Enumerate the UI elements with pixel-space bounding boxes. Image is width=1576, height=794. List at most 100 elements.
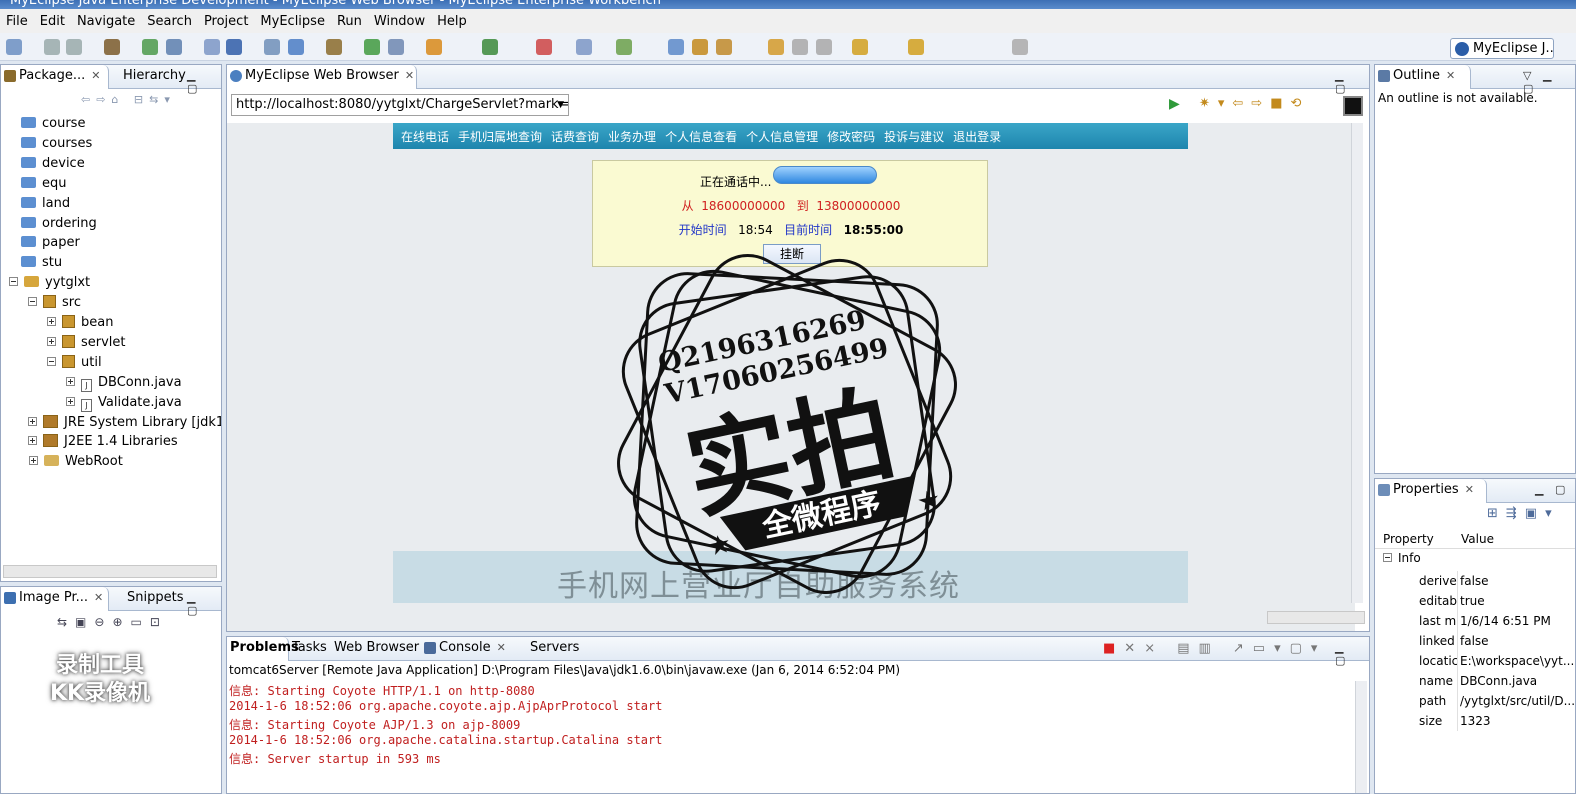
menu-run[interactable]: Run	[331, 14, 368, 29]
console-scrollbar[interactable]	[1355, 681, 1367, 793]
stop-icon[interactable]	[1343, 96, 1363, 116]
property-row[interactable]: path/yytglxt/src/util/D...	[1375, 691, 1575, 711]
site-nav-link[interactable]: 业务办理	[608, 128, 656, 145]
toolbar-button-icon[interactable]	[204, 39, 220, 55]
toolbar-button-icon[interactable]	[852, 39, 868, 55]
expand-icon[interactable]	[66, 376, 75, 386]
property-row[interactable]: last m 1/6/14 6:51 PM	[1375, 611, 1575, 631]
close-icon[interactable]: ✕	[94, 591, 103, 604]
toolbar-button-icon[interactable]	[1012, 39, 1028, 55]
toolbar-button-icon[interactable]	[668, 39, 684, 55]
tab-outline[interactable]: Outline ✕	[1375, 65, 1471, 89]
tab-properties[interactable]: Properties ✕	[1375, 479, 1487, 503]
menu-project[interactable]: Project	[198, 14, 254, 29]
tree-item[interactable]: servlet	[47, 334, 126, 352]
menu-file[interactable]: File	[0, 14, 34, 29]
minimize-maximize-icons[interactable]: ▁ ▢	[187, 591, 221, 617]
tree-item[interactable]: bean	[47, 314, 113, 332]
site-nav-link[interactable]: 修改密码	[827, 128, 875, 145]
menu-search[interactable]: Search	[141, 14, 198, 29]
go-icon[interactable]: ▶	[1169, 96, 1180, 112]
collapse-icon[interactable]	[9, 277, 18, 287]
tab-image-preview[interactable]: Image Pr... ✕	[1, 587, 109, 611]
browser-horizontal-scrollbar[interactable]	[1267, 611, 1365, 624]
toolbar-button-icon[interactable]	[226, 39, 242, 55]
expand-icon[interactable]	[29, 456, 38, 466]
properties-group-info[interactable]: Info	[1383, 551, 1421, 565]
close-icon[interactable]: ✕	[1446, 69, 1455, 82]
toolbar-button-icon[interactable]	[692, 39, 708, 55]
site-nav-link[interactable]: 在线电话	[401, 128, 449, 145]
toolbar-button-icon[interactable]	[104, 39, 120, 55]
tree-item[interactable]: WebRoot	[29, 453, 123, 471]
menu-window[interactable]: Window	[368, 14, 431, 29]
toolbar-button-icon[interactable]	[908, 39, 924, 55]
toolbar-button-icon[interactable]	[536, 39, 552, 55]
property-row[interactable]: editab true	[1375, 591, 1575, 611]
minimize-maximize-icons[interactable]: ▁ ▢	[1335, 69, 1369, 95]
chevron-down-icon[interactable]: ▼	[557, 95, 564, 115]
expand-icon[interactable]	[47, 317, 56, 326]
tab-console[interactable]: Console ✕	[421, 637, 506, 661]
property-row[interactable]: derive false	[1375, 571, 1575, 591]
property-row[interactable]: linked false	[1375, 631, 1575, 651]
tab-web-browser[interactable]: Web Browser	[331, 637, 419, 661]
tab-web-browser[interactable]: MyEclipse Web Browser ✕	[227, 65, 417, 89]
tree-item[interactable]: paper	[21, 234, 80, 252]
close-icon[interactable]: ✕	[405, 69, 414, 82]
menu-navigate[interactable]: Navigate	[71, 14, 141, 29]
menu-edit[interactable]: Edit	[34, 14, 71, 29]
tree-item[interactable]: course	[21, 115, 85, 133]
properties-toolbar-icons[interactable]: ⊞⇶▣▾	[1487, 506, 1560, 521]
tree-item[interactable]: ordering	[21, 215, 97, 233]
toolbar-button-icon[interactable]	[66, 39, 82, 55]
toolbar-button-icon[interactable]	[6, 39, 22, 55]
toolbar-button-icon[interactable]	[364, 39, 380, 55]
toolbar-button-icon[interactable]	[44, 39, 60, 55]
toolbar-button-icon[interactable]	[482, 39, 498, 55]
toolbar-button-icon[interactable]	[326, 39, 342, 55]
minimize-maximize-icons[interactable]: ▁ ▢	[187, 69, 221, 95]
expand-icon[interactable]	[28, 416, 37, 426]
tree-item[interactable]: src	[28, 294, 81, 312]
view-toolbar-icons[interactable]: ⇦⇨⌂ ⊟⇆▾	[81, 93, 176, 106]
site-nav-link[interactable]: 个人信息管理	[746, 128, 818, 145]
toolbar-button-icon[interactable]	[388, 39, 404, 55]
property-row[interactable]: locatic E:\workspace\yyt...	[1375, 651, 1575, 671]
property-row[interactable]: size 1323	[1375, 711, 1575, 731]
tab-package-explorer[interactable]: Package... ✕	[1, 65, 109, 89]
tree-item[interactable]: equ	[21, 175, 67, 193]
toolbar-button-icon[interactable]	[142, 39, 158, 55]
site-nav-link[interactable]: 话费查询	[551, 128, 599, 145]
browser-nav-icons[interactable]: ✷▾⇦⇨■⟲	[1199, 96, 1309, 111]
minimize-maximize-icons[interactable]: ▁ ▢	[1535, 483, 1569, 496]
toolbar-button-icon[interactable]	[426, 39, 442, 55]
toolbar-button-icon[interactable]	[264, 39, 280, 55]
close-icon[interactable]: ✕	[91, 69, 100, 82]
minimize-maximize-icons[interactable]: ▁ ▢	[1335, 641, 1369, 667]
toolbar-button-icon[interactable]	[816, 39, 832, 55]
perspective-button[interactable]: MyEclipse J...	[1450, 38, 1554, 59]
expand-icon[interactable]	[47, 336, 56, 346]
toolbar-button-icon[interactable]	[576, 39, 592, 55]
toolbar-button-icon[interactable]	[166, 39, 182, 55]
tab-problems[interactable]: Problems	[227, 637, 299, 661]
browser-vertical-scrollbar[interactable]	[1351, 123, 1363, 603]
close-icon[interactable]: ✕	[497, 641, 506, 654]
tab-servers[interactable]: Servers	[527, 637, 579, 661]
expand-icon[interactable]	[28, 436, 37, 446]
collapse-icon[interactable]	[28, 297, 37, 307]
menu-help[interactable]: Help	[431, 14, 473, 29]
tree-item[interactable]: util	[47, 354, 102, 372]
close-icon[interactable]: ✕	[1465, 483, 1474, 496]
property-row[interactable]: name DBConn.java	[1375, 671, 1575, 691]
tree-item[interactable]: JRE System Library [jdk1.6.0	[28, 414, 221, 432]
horizontal-scrollbar[interactable]	[3, 565, 217, 578]
tree-item[interactable]: stu	[21, 254, 62, 272]
expand-icon[interactable]	[66, 396, 75, 406]
collapse-icon[interactable]	[47, 356, 56, 366]
tab-snippets[interactable]: Snippets	[109, 587, 183, 611]
toolbar-button-icon[interactable]	[288, 39, 304, 55]
collapse-icon[interactable]	[1383, 553, 1392, 562]
tree-item[interactable]: J Validate.java	[66, 394, 182, 412]
